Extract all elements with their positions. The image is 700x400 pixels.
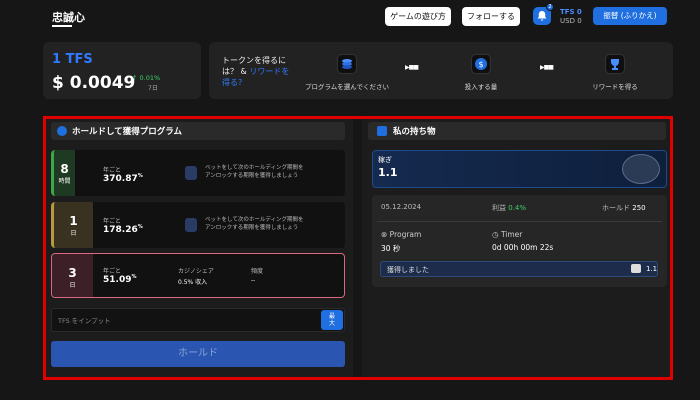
wallet-tfs-label: TFS [560,8,575,16]
svg-text:$: $ [478,60,483,69]
wallet-balance: TFS 0 USD 0 [560,8,582,26]
step-arrow-icon: ▶■■ [540,64,554,71]
token-change: ↑ 0.01% [132,74,161,82]
notification-badge: 2 [546,3,554,11]
step-2-icon-box: $ [471,54,491,74]
step-3-label: リワードを得る [592,83,638,91]
highlight-frame [43,116,673,380]
step-1-label: プログラムを選んでください [305,83,389,91]
how-it-works-text: トークンを得るに は？ & リワードを得る? [222,55,292,88]
wallet-tfs-value: 0 [576,8,582,16]
swap-button[interactable]: 振替 (ふりかえ) [593,7,667,25]
step-arrow-icon: ▶■■ [405,64,419,71]
trophy-icon [611,59,619,70]
page-title: 忠誠心 [52,11,85,24]
step-2-label: 投入する量 [464,83,498,91]
token-price: $ 0.0049 [52,73,136,93]
how-to-play-button[interactable]: ゲームの遊び方 [385,7,451,26]
coin-stack-icon [342,59,352,69]
wallet-usd-value: 0 [577,17,582,25]
step-1-icon-box [337,54,357,74]
token-name: 1 TFS [52,52,93,67]
wallet-usd-label: USD [560,17,575,25]
how-it-works-line2: は？ & [222,67,250,76]
follow-button[interactable]: フォローする [462,7,520,26]
step-3-icon-box [605,54,625,74]
token-change-value: 0.01% [139,74,161,82]
active-tab-underline [52,25,72,27]
token-change-period: 7日 [148,85,158,92]
how-it-works-line1: トークンを得るに [222,56,286,65]
dollar-coin-icon: $ [475,58,487,70]
